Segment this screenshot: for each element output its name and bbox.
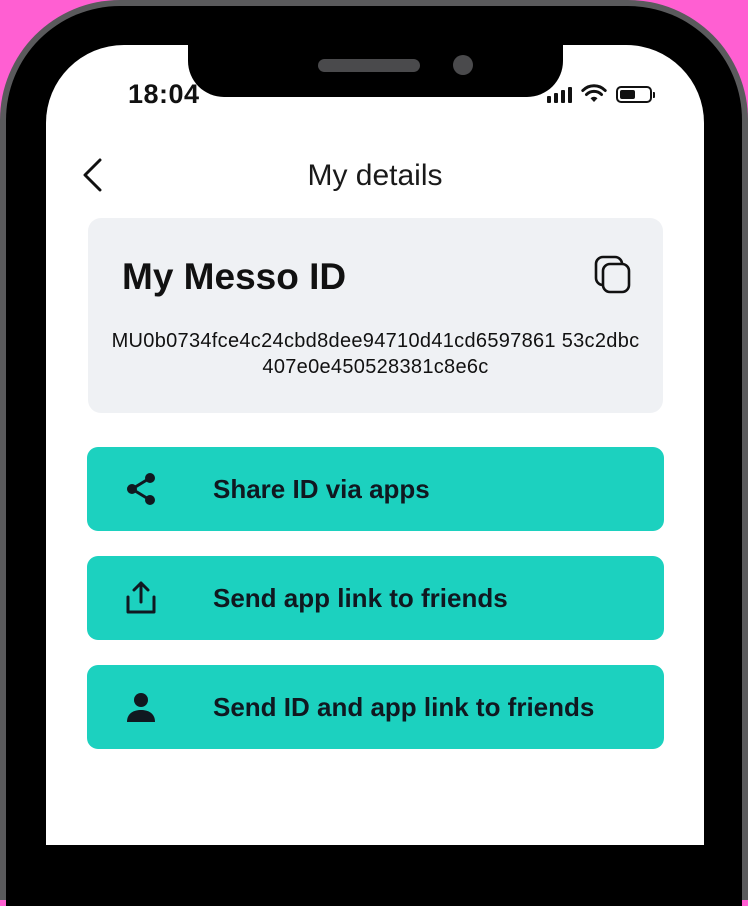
send-app-link-button[interactable]: Send app link to friends [87,556,664,640]
send-id-and-link-button[interactable]: Send ID and app link to friends [87,665,664,749]
share-icon [123,471,159,507]
signal-icon [547,85,572,103]
copy-icon [594,255,631,294]
battery-icon [616,85,655,103]
speaker-grille [318,59,420,72]
upload-icon [123,580,159,616]
messo-id-card: My Messo ID MU0b0734fce4c24cbd8dee94710d… [88,218,663,413]
send-app-link-label: Send app link to friends [213,583,508,613]
person-icon [123,689,159,725]
phone-screen: 18:04 My details My Messo ID MU0b0734fce… [46,45,704,845]
wifi-icon [581,84,607,102]
id-card-heading: My Messo ID [122,256,347,297]
share-id-label: Share ID via apps [213,474,430,504]
copy-id-button[interactable] [593,254,633,296]
share-id-button[interactable]: Share ID via apps [87,447,664,531]
messo-id-value: MU0b0734fce4c24cbd8dee94710d41cd6597861 … [111,330,640,378]
send-id-and-link-label: Send ID and app link to friends [213,692,595,722]
status-time: 18:04 [128,79,200,109]
page-title: My details [307,159,443,192]
status-icons [547,82,655,106]
front-camera [453,55,473,75]
notch [188,45,563,97]
